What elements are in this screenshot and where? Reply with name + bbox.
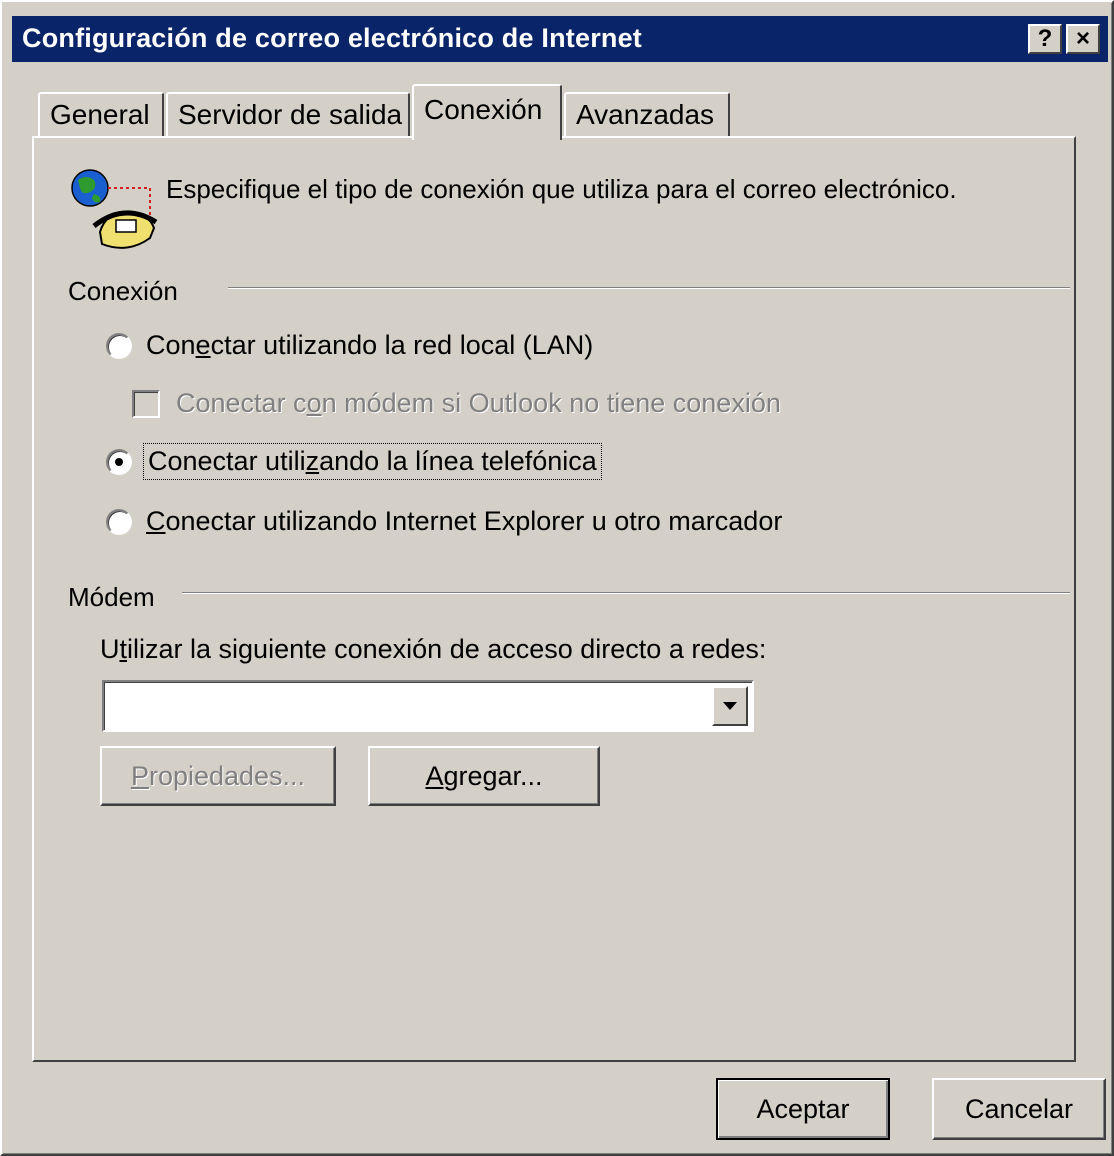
modem-fallback-checkbox[interactable] bbox=[132, 389, 160, 418]
tab-outgoing-server[interactable]: Servidor de salida bbox=[166, 92, 410, 138]
modem-group-label: Módem bbox=[68, 582, 155, 612]
modem-fallback-label: Conectar con módem si Outlook no tiene c… bbox=[176, 388, 781, 418]
connection-group-label: Conexión bbox=[68, 276, 178, 306]
ok-button[interactable]: Aceptar bbox=[716, 1078, 890, 1140]
intro-text: Especifique el tipo de conexión que util… bbox=[166, 174, 957, 204]
cancel-button[interactable]: Cancelar bbox=[932, 1078, 1106, 1140]
dialog-window: Configuración de correo electrónico de I… bbox=[0, 0, 1114, 1156]
radio-ie-dialer-label: Conectar utilizando Internet Explorer u … bbox=[146, 506, 783, 536]
properties-button[interactable]: Propiedades... bbox=[100, 746, 336, 806]
close-button[interactable]: × bbox=[1066, 24, 1100, 54]
connection-group-divider bbox=[228, 287, 1070, 289]
title-bar[interactable]: Configuración de correo electrónico de I… bbox=[12, 16, 1108, 62]
tab-general[interactable]: General bbox=[38, 92, 164, 138]
radio-row-lan[interactable]: Conectar utilizando la red local (LAN) bbox=[106, 330, 593, 361]
add-button[interactable]: Agregar... bbox=[368, 746, 600, 806]
modem-group-divider bbox=[182, 592, 1070, 594]
triangle-down-icon[interactable] bbox=[712, 686, 748, 726]
dialup-connection-select[interactable] bbox=[102, 680, 754, 732]
radio-ie-dialer[interactable] bbox=[106, 508, 132, 535]
radio-phone[interactable] bbox=[106, 448, 132, 475]
checkbox-row-modem-fallback[interactable]: Conectar con módem si Outlook no tiene c… bbox=[132, 388, 781, 419]
help-button[interactable]: ? bbox=[1028, 24, 1062, 54]
tab-panel bbox=[32, 136, 1076, 1062]
window-title: Configuración de correo electrónico de I… bbox=[22, 23, 642, 53]
tab-connection[interactable]: Conexión bbox=[412, 84, 562, 140]
radio-lan[interactable] bbox=[106, 332, 132, 359]
radio-row-phone[interactable]: Conectar utilizando la línea telefónica bbox=[106, 443, 602, 480]
globe-phone-icon bbox=[68, 166, 158, 256]
radio-phone-label: Conectar utilizando la línea telefónica bbox=[143, 443, 602, 480]
radio-lan-label: Conectar utilizando la red local (LAN) bbox=[146, 330, 594, 360]
radio-row-ie-dialer[interactable]: Conectar utilizando Internet Explorer u … bbox=[106, 506, 782, 537]
dialup-prompt: Utilizar la siguiente conexión de acceso… bbox=[100, 634, 767, 664]
tab-advanced[interactable]: Avanzadas bbox=[564, 92, 730, 138]
